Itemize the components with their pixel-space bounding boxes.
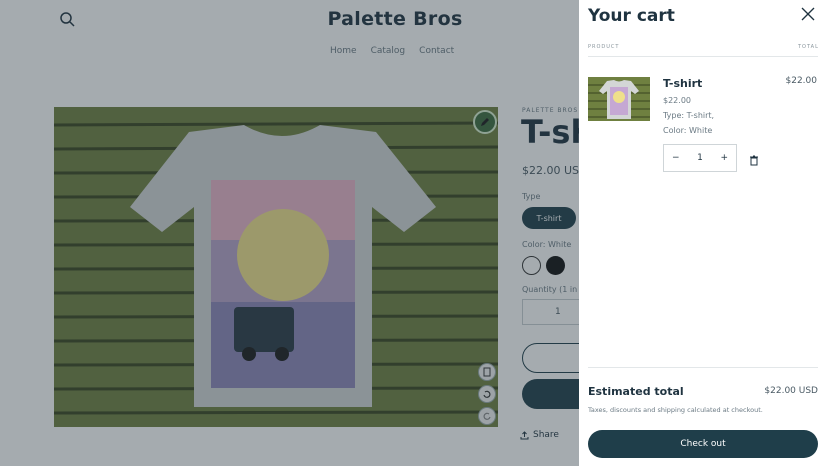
cart-item-color: Color: White bbox=[663, 126, 713, 135]
cart-item-name[interactable]: T-shirt bbox=[663, 77, 702, 90]
column-header-product: PRODUCT bbox=[588, 44, 620, 50]
cart-item-price: $22.00 bbox=[663, 96, 691, 105]
cart-title: Your cart bbox=[588, 6, 675, 26]
cart-item-thumbnail[interactable] bbox=[588, 77, 650, 121]
trash-icon[interactable] bbox=[748, 151, 760, 166]
cart-drawer: Your cart PRODUCT TOTAL T-shirt $22.00 T… bbox=[579, 0, 828, 466]
header-divider bbox=[588, 56, 818, 57]
tax-note: Taxes, discounts and shipping calculated… bbox=[588, 406, 763, 414]
estimated-total-value: $22.00 USD bbox=[764, 386, 818, 396]
footer-divider bbox=[588, 367, 818, 368]
column-header-total: TOTAL bbox=[798, 44, 819, 50]
increase-quantity-button[interactable]: + bbox=[720, 153, 728, 163]
estimated-total-label: Estimated total bbox=[588, 385, 684, 398]
cart-item-type: Type: T-shirt, bbox=[663, 111, 715, 120]
checkout-button[interactable]: Check out bbox=[588, 430, 818, 458]
close-icon[interactable] bbox=[800, 6, 816, 22]
cart-quantity-value[interactable]: 1 bbox=[697, 153, 703, 163]
decrease-quantity-button[interactable]: − bbox=[672, 153, 680, 163]
cart-item-total: $22.00 bbox=[785, 76, 818, 86]
cart-quantity-stepper: − 1 + bbox=[663, 144, 737, 172]
